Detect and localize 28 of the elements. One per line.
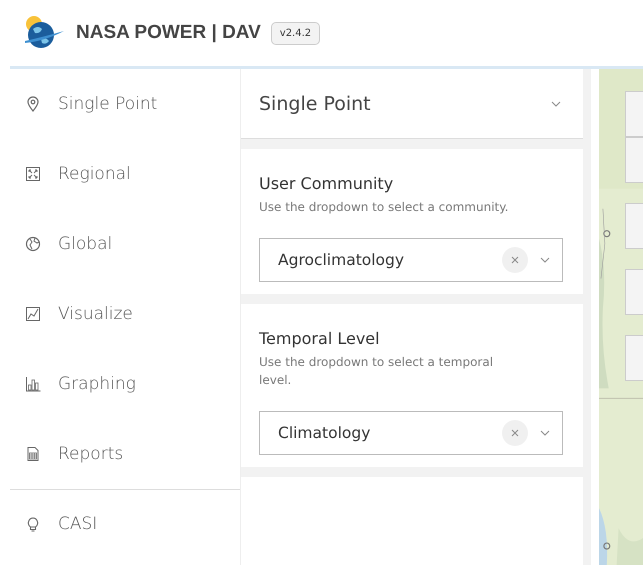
section-title: User Community: [259, 174, 394, 193]
version-badge: v2.4.2: [270, 22, 320, 44]
section-description: Use the dropdown to select a temporal level.: [259, 354, 494, 389]
section-description: Use the dropdown to select a community.: [259, 199, 510, 216]
panel-header[interactable]: Single Point: [241, 69, 583, 139]
clear-icon[interactable]: [502, 420, 528, 446]
spreadsheet-icon: [25, 446, 41, 462]
sidebar-item[interactable]: Graphing: [10, 349, 240, 419]
chevron-down-icon: [551, 100, 561, 106]
section-title: Temporal Level: [259, 329, 381, 348]
expand-icon: [25, 166, 41, 182]
sidebar-item[interactable]: Global: [10, 209, 240, 279]
lightbulb-icon: [25, 516, 41, 532]
sidebar-item[interactable]: Reports: [10, 419, 240, 489]
clear-icon[interactable]: [502, 247, 528, 274]
dropdown-field[interactable]: Climatology: [259, 411, 563, 456]
dropdown-field[interactable]: Agroclimatology: [259, 238, 563, 282]
chevron-down-icon: [540, 430, 550, 436]
chevron-down-icon: [540, 257, 550, 264]
sidebar-item[interactable]: Regional: [10, 139, 240, 209]
map-pin-icon: [25, 96, 41, 112]
globe-icon: [25, 236, 41, 252]
bar-chart-icon: [25, 376, 41, 392]
line-chart-icon: [25, 306, 41, 322]
sidebar-item[interactable]: CASI: [10, 490, 240, 558]
sidebar-item[interactable]: Single Point: [10, 69, 240, 139]
sidebar-item[interactable]: Visualize: [10, 279, 240, 349]
app-title: NASA POWER | DAV: [76, 22, 261, 44]
